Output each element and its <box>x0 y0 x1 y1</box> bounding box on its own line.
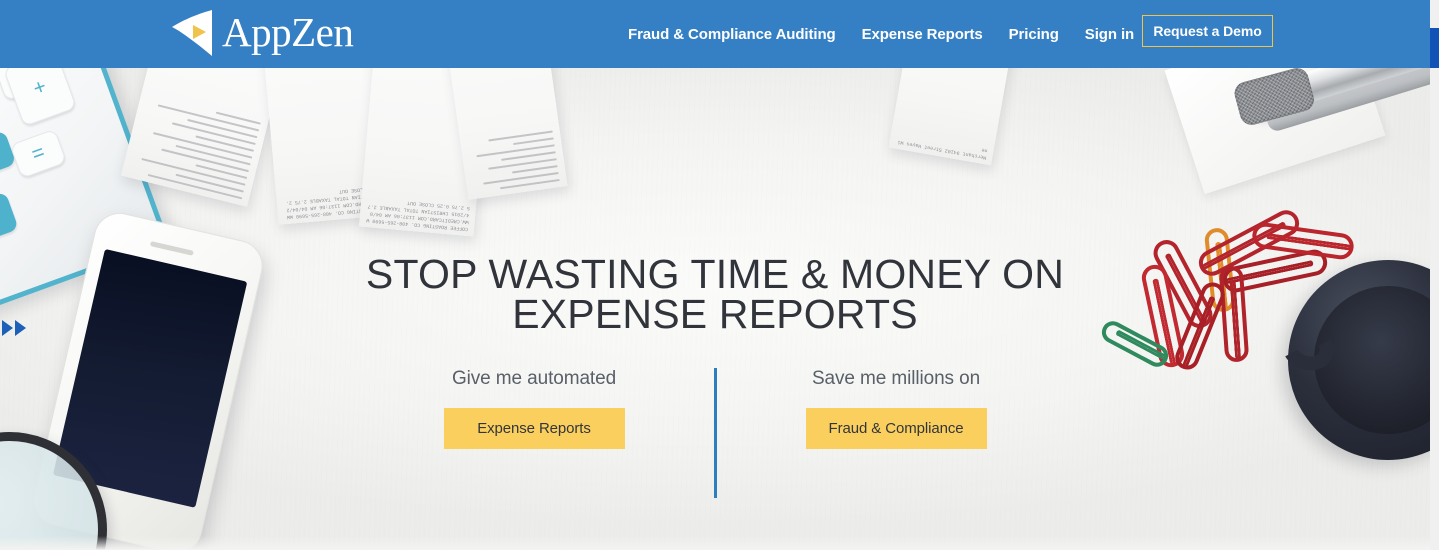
fraud-compliance-button[interactable]: Fraud & Compliance <box>805 408 987 449</box>
expense-reports-button[interactable]: Expense Reports <box>443 408 625 449</box>
carousel-next-arrows[interactable] <box>2 320 26 336</box>
calculator-key-dot: • <box>0 191 19 247</box>
main-navigation: Fraud & Compliance Auditing Expense Repo… <box>628 0 1134 68</box>
cta-divider <box>713 368 717 498</box>
appzen-sail-logo-icon <box>168 7 220 59</box>
cta-area: Give me automated Expense Reports Save m… <box>0 368 1430 498</box>
nav-pricing[interactable]: Pricing <box>1009 20 1059 49</box>
page-title: STOP WASTING TIME & MONEY ON EXPENSE REP… <box>0 254 1430 337</box>
chevron-right-icon-2 <box>15 320 26 336</box>
calculator-key-plus: + <box>3 68 77 127</box>
cta-left-label: Give me automated <box>451 368 617 389</box>
site-header: AppZen Fraud & Compliance Auditing Expen… <box>0 0 1432 68</box>
appzen-logo[interactable]: AppZen <box>168 7 354 59</box>
vertical-scrollbar-track[interactable] <box>1430 0 1439 550</box>
nav-expense-reports[interactable]: Expense Reports <box>862 20 983 49</box>
page-root: 6 3 2 / + = • COFFEE RO <box>0 0 1439 550</box>
chevron-right-icon-1 <box>2 320 13 336</box>
cta-column-right: Save me millions on Fraud & Compliance <box>719 368 1074 449</box>
nav-fraud-compliance-auditing[interactable]: Fraud & Compliance Auditing <box>628 20 836 49</box>
hero-section: 6 3 2 / + = • COFFEE RO <box>0 68 1430 550</box>
cta-right-label: Save me millions on <box>811 368 981 389</box>
cta-column-left: Give me automated Expense Reports <box>357 368 712 449</box>
appzen-logo-text: AppZen <box>222 8 354 55</box>
hero-bottom-fade <box>0 536 1430 550</box>
nav-sign-in[interactable]: Sign in <box>1085 20 1134 49</box>
request-demo-button[interactable]: Request a Demo <box>1142 15 1273 47</box>
headline-line-2: EXPENSE REPORTS <box>512 291 918 337</box>
vertical-scrollbar-thumb[interactable] <box>1430 28 1439 68</box>
calculator-key-equals: = <box>9 128 68 179</box>
